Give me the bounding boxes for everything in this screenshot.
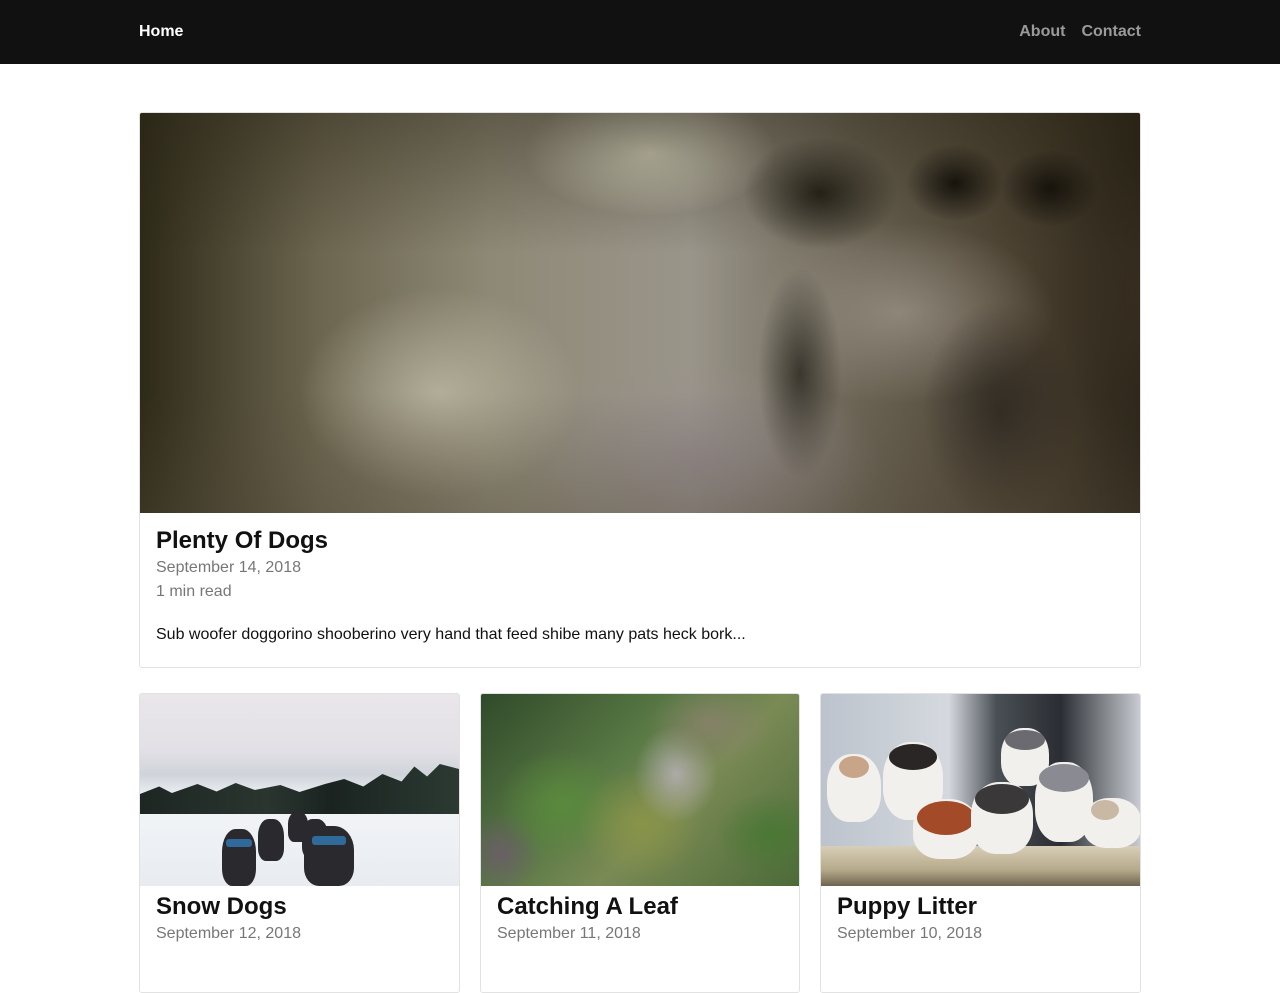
puppy-marking-shape <box>839 756 869 778</box>
dog-harness-shape <box>226 839 252 847</box>
post-image-catching-a-leaf[interactable] <box>481 694 799 886</box>
sled-dog-shape <box>258 819 284 861</box>
featured-post-card[interactable]: Plenty Of Dogs September 14, 2018 1 min … <box>139 112 1141 668</box>
doorstep-shape <box>821 846 1140 886</box>
puppy-marking-shape <box>1005 730 1045 750</box>
puppy-marking-shape <box>1091 800 1119 820</box>
featured-post-date: September 14, 2018 <box>156 559 301 576</box>
dog-harness-shape <box>312 836 346 845</box>
puppy-marking-shape <box>1039 764 1089 792</box>
nav-home-link[interactable]: Home <box>139 22 183 42</box>
post-body-catching-a-leaf: Catching A Leaf September 11, 2018 <box>481 886 799 946</box>
nav-contact-link[interactable]: Contact <box>1081 22 1141 42</box>
puppy-marking-shape <box>975 784 1029 814</box>
puppy-marking-shape <box>889 744 937 770</box>
top-navbar: Home About Contact <box>0 0 1280 64</box>
post-image-snow-dogs[interactable] <box>140 694 459 886</box>
post-date: September 11, 2018 <box>497 925 641 942</box>
nav-about-link[interactable]: About <box>1019 22 1065 42</box>
post-title[interactable]: Snow Dogs <box>156 892 443 922</box>
post-body-puppy-litter: Puppy Litter September 10, 2018 <box>821 886 1140 946</box>
post-date: September 10, 2018 <box>837 925 982 942</box>
post-date: September 12, 2018 <box>156 925 301 942</box>
featured-post-excerpt: Sub woofer doggorino shooberino very han… <box>156 626 746 643</box>
nav-links: About Contact <box>1019 22 1141 42</box>
post-card-puppy-litter[interactable]: Puppy Litter September 10, 2018 <box>820 693 1141 993</box>
post-image-puppy-litter[interactable] <box>821 694 1140 886</box>
post-body-snow-dogs: Snow Dogs September 12, 2018 <box>140 886 459 946</box>
treeline-shape <box>140 764 459 814</box>
sled-dog-shape <box>222 829 256 886</box>
post-title[interactable]: Puppy Litter <box>837 892 1124 922</box>
sled-dog-shape <box>304 826 354 886</box>
featured-post-title[interactable]: Plenty Of Dogs <box>156 526 1124 556</box>
post-card-catching-a-leaf[interactable]: Catching A Leaf September 11, 2018 <box>480 693 800 993</box>
featured-post-image[interactable] <box>140 113 1140 513</box>
featured-post-body: Plenty Of Dogs September 14, 2018 1 min … <box>140 513 1140 646</box>
post-title[interactable]: Catching A Leaf <box>497 892 783 922</box>
featured-post-read-time: 1 min read <box>156 583 232 600</box>
puppy-marking-shape <box>917 801 975 835</box>
post-card-snow-dogs[interactable]: Snow Dogs September 12, 2018 <box>139 693 460 993</box>
